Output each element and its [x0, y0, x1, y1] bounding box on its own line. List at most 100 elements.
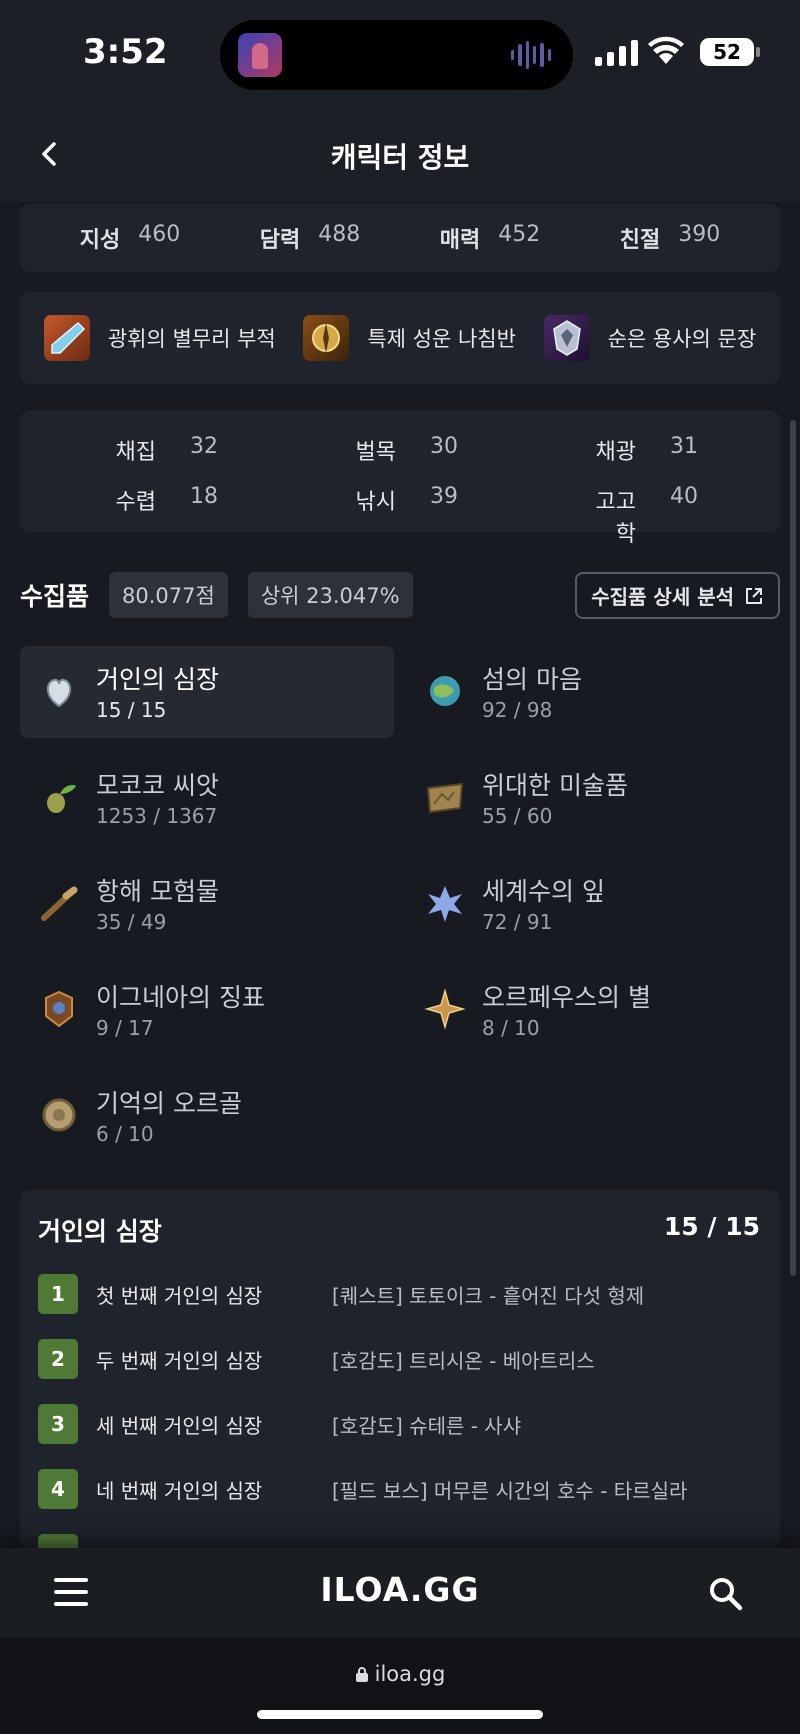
life-skill-hunting: 수렵 18: [102, 484, 342, 548]
stat-kindness: 친절 390: [620, 222, 720, 254]
relic-name: 광휘의 별무리 부적: [107, 327, 276, 351]
mokoko-seed-icon: [47, 784, 76, 813]
page-scrollbar[interactable]: [790, 420, 796, 1276]
collection-item-name: 위대한 미술품: [482, 771, 628, 800]
audio-wave-icon: [511, 41, 551, 69]
island-heart-icon: [430, 676, 460, 706]
collection-item-orpheus-star[interactable]: 오르페우스의 별 8 / 10: [406, 964, 780, 1056]
collection-item-world-tree-leaf[interactable]: 세계수의 잎 72 / 91: [406, 858, 780, 950]
skill-label: 낚시: [355, 490, 396, 515]
collection-item-count: 92 / 98: [482, 698, 553, 722]
page: 3:52 52 캐릭터 정보 지성 460 담력 488 매력 452 친절 390: [0, 0, 800, 1734]
collection-item-island-heart[interactable]: 섬의 마음 92 / 98: [406, 646, 780, 738]
search-icon[interactable]: [706, 1574, 746, 1614]
skill-value: 39: [430, 484, 458, 509]
detail-row-number: 2: [38, 1339, 78, 1379]
life-skill-archaeology: 고고학 40: [582, 484, 800, 548]
cellular-signal-icon: [595, 40, 638, 66]
skill-value: 40: [670, 484, 698, 509]
skill-label: 수렵: [115, 490, 156, 515]
life-skill-logging: 벌목 30: [342, 434, 582, 466]
detail-row-name: 세 번째 거인의 심장: [96, 1413, 263, 1438]
stat-label: 담력: [259, 228, 301, 253]
collection-item-voyage[interactable]: 항해 모험물 35 / 49: [20, 858, 394, 950]
detail-row[interactable]: 3 세 번째 거인의 심장 [호감도] 슈테른 - 사샤: [38, 1404, 758, 1444]
detail-count: 15 / 15: [663, 1212, 760, 1241]
stat-intellect: 지성 460: [80, 222, 180, 254]
stat-charm: 매력 452: [440, 222, 540, 254]
wifi-icon: [648, 36, 684, 64]
collection-item-name: 섬의 마음: [482, 665, 582, 694]
relic-item[interactable]: 광휘의 별무리 부적: [43, 315, 276, 361]
status-time: 3:52: [83, 32, 168, 72]
dynamic-island[interactable]: [220, 20, 573, 90]
relic-name: 특제 성운 나침반: [367, 327, 516, 351]
collection-item-name: 거인의 심장: [96, 665, 219, 694]
collection-item-ignea-token[interactable]: 이그네아의 징표 9 / 17: [20, 964, 394, 1056]
url-text: iloa.gg: [374, 1662, 446, 1686]
compass-icon: [303, 315, 350, 361]
collection-rank-badge: 상위 23.047%: [247, 572, 413, 618]
collection-item-count: 55 / 60: [482, 804, 553, 828]
detail-row[interactable]: 4 네 번째 거인의 심장 [필드 보스] 머무른 시간의 호수 - 타르실라: [38, 1469, 758, 1509]
music-box-icon: [42, 1098, 76, 1132]
stat-label: 친절: [619, 228, 661, 253]
collection-detail-button[interactable]: 수집품 상세 분석: [575, 572, 780, 619]
stat-courage: 담력 488: [260, 222, 360, 254]
collection-item-artwork[interactable]: 위대한 미술품 55 / 60: [406, 752, 780, 844]
home-indicator[interactable]: [257, 1710, 543, 1719]
relic-item[interactable]: 순은 용사의 문장: [543, 315, 757, 361]
detail-row-source: [필드 보스] 머무른 시간의 호수 - 타르실라: [332, 1478, 688, 1503]
stat-value: 452: [498, 222, 541, 247]
collection-item-name: 기억의 오르골: [96, 1089, 242, 1118]
artwork-icon: [426, 782, 464, 814]
detail-row-source: [호감도] 슈테른 - 사샤: [332, 1413, 522, 1438]
collection-item-count: 15 / 15: [96, 698, 167, 722]
stat-value: 390: [678, 222, 721, 247]
relic-list: 광휘의 별무리 부적 특제 성운 나침반 순은 용사의 문장: [20, 292, 780, 384]
detail-row[interactable]: 2 두 번째 거인의 심장 [호감도] 트리시온 - 베아트리스: [38, 1339, 758, 1379]
detail-row-number: 3: [38, 1404, 78, 1444]
stat-label: 지성: [79, 228, 121, 253]
collection-item-name: 항해 모험물: [96, 877, 219, 906]
browser-url-bar[interactable]: iloa.gg: [0, 1638, 800, 1734]
collection-detail-panel: 거인의 심장 15 / 15 1 첫 번째 거인의 심장 [퀘스트] 토토이크 …: [20, 1190, 780, 1550]
collection-item-count: 8 / 10: [482, 1016, 540, 1040]
collection-item-name: 모코코 씨앗: [96, 771, 219, 800]
collection-item-count: 1253 / 1367: [96, 804, 218, 828]
skill-value: 30: [430, 434, 458, 459]
spyglass-icon: [41, 886, 78, 921]
life-skill-mining: 채광 31: [582, 434, 800, 466]
status-bar: 3:52 52: [0, 0, 800, 110]
relic-item[interactable]: 특제 성운 나침반: [303, 315, 516, 361]
skill-value: 32: [190, 434, 218, 459]
detail-row[interactable]: 1 첫 번째 거인의 심장 [퀘스트] 토토이크 - 흩어진 다섯 형제: [38, 1274, 758, 1314]
collection-item-count: 6 / 10: [96, 1122, 154, 1146]
collection-item-giant-heart[interactable]: 거인의 심장 15 / 15: [20, 646, 394, 738]
collection-item-music-box[interactable]: 기억의 오르골 6 / 10: [20, 1070, 394, 1162]
star-icon: [424, 988, 466, 1030]
detail-title: 거인의 심장: [38, 1217, 162, 1246]
collection-item-mokoko-seed[interactable]: 모코코 씨앗 1253 / 1367: [20, 752, 394, 844]
bottom-nav: ILOA.GG: [0, 1548, 800, 1638]
skill-value: 18: [190, 484, 218, 509]
skill-label: 고고학: [595, 490, 636, 547]
detail-row-name: 네 번째 거인의 심장: [96, 1478, 263, 1503]
stat-value: 488: [318, 222, 361, 247]
collection-title: 수집품: [20, 582, 90, 611]
collection-item-name: 오르페우스의 별: [482, 983, 651, 1012]
collection-item-count: 9 / 17: [96, 1016, 154, 1040]
collection-item-count: 35 / 49: [96, 910, 167, 934]
collection-score-badge: 80.077점: [109, 572, 228, 618]
page-title: 캐릭터 정보: [330, 141, 470, 174]
skill-label: 채집: [115, 440, 156, 465]
skill-label: 채광: [595, 440, 636, 465]
detail-row-source: [퀘스트] 토토이크 - 흩어진 다섯 형제: [332, 1283, 645, 1308]
site-logo[interactable]: ILOA.GG: [0, 1570, 800, 1609]
relic-name: 순은 용사의 문장: [607, 327, 757, 351]
charm-icon: [43, 315, 90, 361]
app-header: 캐릭터 정보: [0, 110, 800, 202]
stat-label: 매력: [439, 228, 481, 253]
life-skill-fishing: 낚시 39: [342, 484, 582, 548]
skill-value: 31: [670, 434, 698, 459]
